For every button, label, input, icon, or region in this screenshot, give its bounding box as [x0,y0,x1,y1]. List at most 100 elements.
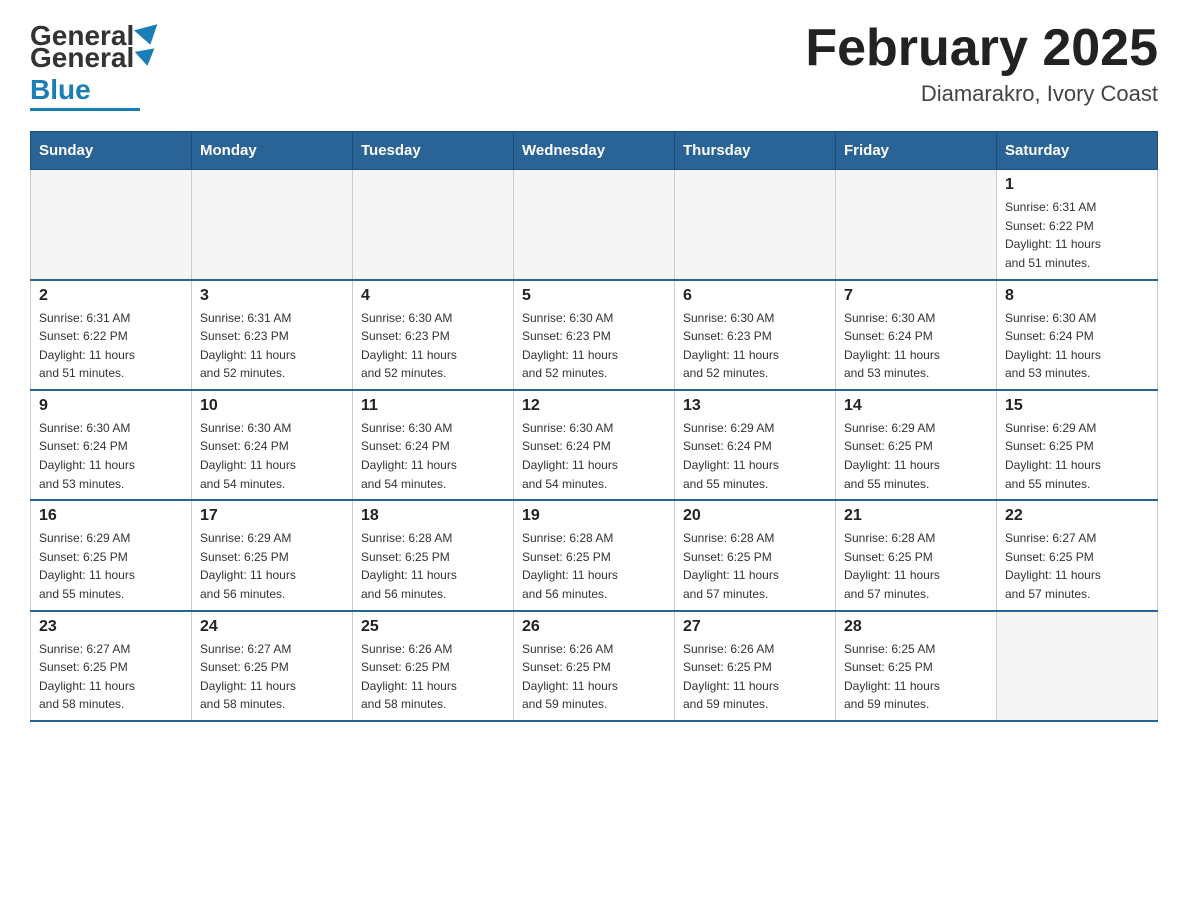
day-info: Sunrise: 6:30 AM Sunset: 6:24 PM Dayligh… [200,419,344,493]
day-info: Sunrise: 6:27 AM Sunset: 6:25 PM Dayligh… [39,640,183,714]
calendar-cell [997,611,1158,721]
calendar-cell [353,170,514,280]
day-number: 11 [361,397,505,415]
calendar-cell: 12Sunrise: 6:30 AM Sunset: 6:24 PM Dayli… [514,390,675,500]
day-info: Sunrise: 6:30 AM Sunset: 6:23 PM Dayligh… [361,309,505,383]
page-header: General General Blue February 2025 Diama… [30,20,1158,111]
day-number: 1 [1005,176,1149,194]
day-number: 18 [361,507,505,525]
calendar-cell: 27 Sunrise: 6:26 AM Sunset: 6:25 PM Dayli… [675,611,836,721]
day-info: Sunrise: 6:30 AM Sunset: 6:24 PM Dayligh… [1005,309,1149,383]
calendar-cell: 10 Sunrise: 6:30 AM Sunset: 6:24 PM Dayli… [192,390,353,500]
calendar-cell: 20 Sunrise: 6:28 AM Sunset: 6:25 PM Dayli… [675,500,836,610]
calendar-cell: 26 Sunrise: 6:26 AM Sunset: 6:25 PM Dayli… [514,611,675,721]
day-info: Sunrise: 6:28 AM Sunset: 6:25 PM Dayligh… [844,529,988,603]
day-number: 23 [39,618,183,636]
calendar-cell: 24 Sunrise: 6:27 AM Sunset: 6:25 PM Dayli… [192,611,353,721]
calendar-cell: 9 Sunrise: 6:30 AM Sunset: 6:24 PM Daylig… [31,390,192,500]
day-number: 17 [200,507,344,525]
day-info: Sunrise: 6:26 AM Sunset: 6:25 PM Dayligh… [683,640,827,714]
day-info: Sunrise: 6:31 AM Sunset: 6:22 PM Dayligh… [1005,198,1149,272]
calendar-cell: 16Sunrise: 6:29 AM Sunset: 6:25 PM Dayli… [31,500,192,610]
day-info: Sunrise: 6:30 AM Sunset: 6:23 PM Dayligh… [683,309,827,383]
calendar-cell: 18 Sunrise: 6:28 AM Sunset: 6:25 PM Dayli… [353,500,514,610]
calendar-cell: 21 Sunrise: 6:28 AM Sunset: 6:25 PM Dayli… [836,500,997,610]
day-number: 24 [200,618,344,636]
calendar-cell: 5 Sunrise: 6:30 AM Sunset: 6:23 PM Daylig… [514,280,675,390]
header-sunday: Sunday [31,132,192,170]
day-number: 26 [522,618,666,636]
day-info: Sunrise: 6:29 AM Sunset: 6:25 PM Dayligh… [39,529,183,603]
day-number: 15 [1005,397,1149,415]
header-friday: Friday [836,132,997,170]
header-saturday: Saturday [997,132,1158,170]
day-info: Sunrise: 6:26 AM Sunset: 6:25 PM Dayligh… [361,640,505,714]
week-row-3: 9 Sunrise: 6:30 AM Sunset: 6:24 PM Daylig… [31,390,1158,500]
logo-general-text2: General [30,42,134,74]
calendar-cell: 8 Sunrise: 6:30 AM Sunset: 6:24 PM Daylig… [997,280,1158,390]
day-number: 7 [844,287,988,305]
day-number: 14 [844,397,988,415]
calendar-cell: 2 Sunrise: 6:31 AM Sunset: 6:22 PM Daylig… [31,280,192,390]
calendar-cell: 23 Sunrise: 6:27 AM Sunset: 6:25 PM Dayli… [31,611,192,721]
day-number: 21 [844,507,988,525]
calendar-cell: 3Sunrise: 6:31 AM Sunset: 6:23 PM Daylig… [192,280,353,390]
header-row: SundayMondayTuesdayWednesdayThursdayFrid… [31,132,1158,170]
title-area: February 2025 Diamarakro, Ivory Coast [805,20,1158,107]
day-number: 12 [522,397,666,415]
header-tuesday: Tuesday [353,132,514,170]
day-number: 20 [683,507,827,525]
day-info: Sunrise: 6:30 AM Sunset: 6:23 PM Dayligh… [522,309,666,383]
day-info: Sunrise: 6:29 AM Sunset: 6:25 PM Dayligh… [844,419,988,493]
calendar-cell: 6Sunrise: 6:30 AM Sunset: 6:23 PM Daylig… [675,280,836,390]
day-number: 4 [361,287,505,305]
day-info: Sunrise: 6:30 AM Sunset: 6:24 PM Dayligh… [361,419,505,493]
calendar-cell: 17 Sunrise: 6:29 AM Sunset: 6:25 PM Dayli… [192,500,353,610]
calendar-cell: 25 Sunrise: 6:26 AM Sunset: 6:25 PM Dayli… [353,611,514,721]
day-number: 9 [39,397,183,415]
calendar-cell: 14 Sunrise: 6:29 AM Sunset: 6:25 PM Dayli… [836,390,997,500]
day-info: Sunrise: 6:28 AM Sunset: 6:25 PM Dayligh… [361,529,505,603]
calendar-cell: 7Sunrise: 6:30 AM Sunset: 6:24 PM Daylig… [836,280,997,390]
day-number: 19 [522,507,666,525]
day-info: Sunrise: 6:29 AM Sunset: 6:25 PM Dayligh… [200,529,344,603]
logo-blue-text: Blue [30,74,91,106]
calendar-cell [192,170,353,280]
day-number: 25 [361,618,505,636]
day-info: Sunrise: 6:26 AM Sunset: 6:25 PM Dayligh… [522,640,666,714]
calendar-cell: 28Sunrise: 6:25 AM Sunset: 6:25 PM Dayli… [836,611,997,721]
calendar-cell: 11 Sunrise: 6:30 AM Sunset: 6:24 PM Dayli… [353,390,514,500]
day-info: Sunrise: 6:28 AM Sunset: 6:25 PM Dayligh… [683,529,827,603]
day-number: 28 [844,618,988,636]
day-number: 10 [200,397,344,415]
calendar-cell [514,170,675,280]
day-info: Sunrise: 6:31 AM Sunset: 6:22 PM Dayligh… [39,309,183,383]
calendar-cell [836,170,997,280]
calendar-cell: 15 Sunrise: 6:29 AM Sunset: 6:25 PM Dayli… [997,390,1158,500]
calendar-cell: 1 Sunrise: 6:31 AM Sunset: 6:22 PM Daylig… [997,170,1158,280]
location-title: Diamarakro, Ivory Coast [805,81,1158,107]
week-row-2: 2 Sunrise: 6:31 AM Sunset: 6:22 PM Daylig… [31,280,1158,390]
logo-area: General General Blue [30,20,160,111]
day-number: 27 [683,618,827,636]
calendar-header: SundayMondayTuesdayWednesdayThursdayFrid… [31,132,1158,170]
day-number: 5 [522,287,666,305]
calendar-body: 1 Sunrise: 6:31 AM Sunset: 6:22 PM Daylig… [31,170,1158,722]
day-number: 8 [1005,287,1149,305]
calendar-cell [675,170,836,280]
day-number: 2 [39,287,183,305]
day-info: Sunrise: 6:27 AM Sunset: 6:25 PM Dayligh… [1005,529,1149,603]
week-row-4: 16Sunrise: 6:29 AM Sunset: 6:25 PM Dayli… [31,500,1158,610]
day-info: Sunrise: 6:30 AM Sunset: 6:24 PM Dayligh… [39,419,183,493]
day-info: Sunrise: 6:29 AM Sunset: 6:25 PM Dayligh… [1005,419,1149,493]
header-monday: Monday [192,132,353,170]
day-info: Sunrise: 6:29 AM Sunset: 6:24 PM Dayligh… [683,419,827,493]
calendar-table: SundayMondayTuesdayWednesdayThursdayFrid… [30,131,1158,722]
week-row-1: 1 Sunrise: 6:31 AM Sunset: 6:22 PM Daylig… [31,170,1158,280]
day-info: Sunrise: 6:27 AM Sunset: 6:25 PM Dayligh… [200,640,344,714]
day-number: 13 [683,397,827,415]
day-number: 22 [1005,507,1149,525]
day-info: Sunrise: 6:31 AM Sunset: 6:23 PM Dayligh… [200,309,344,383]
header-thursday: Thursday [675,132,836,170]
logo-underline [30,108,140,111]
